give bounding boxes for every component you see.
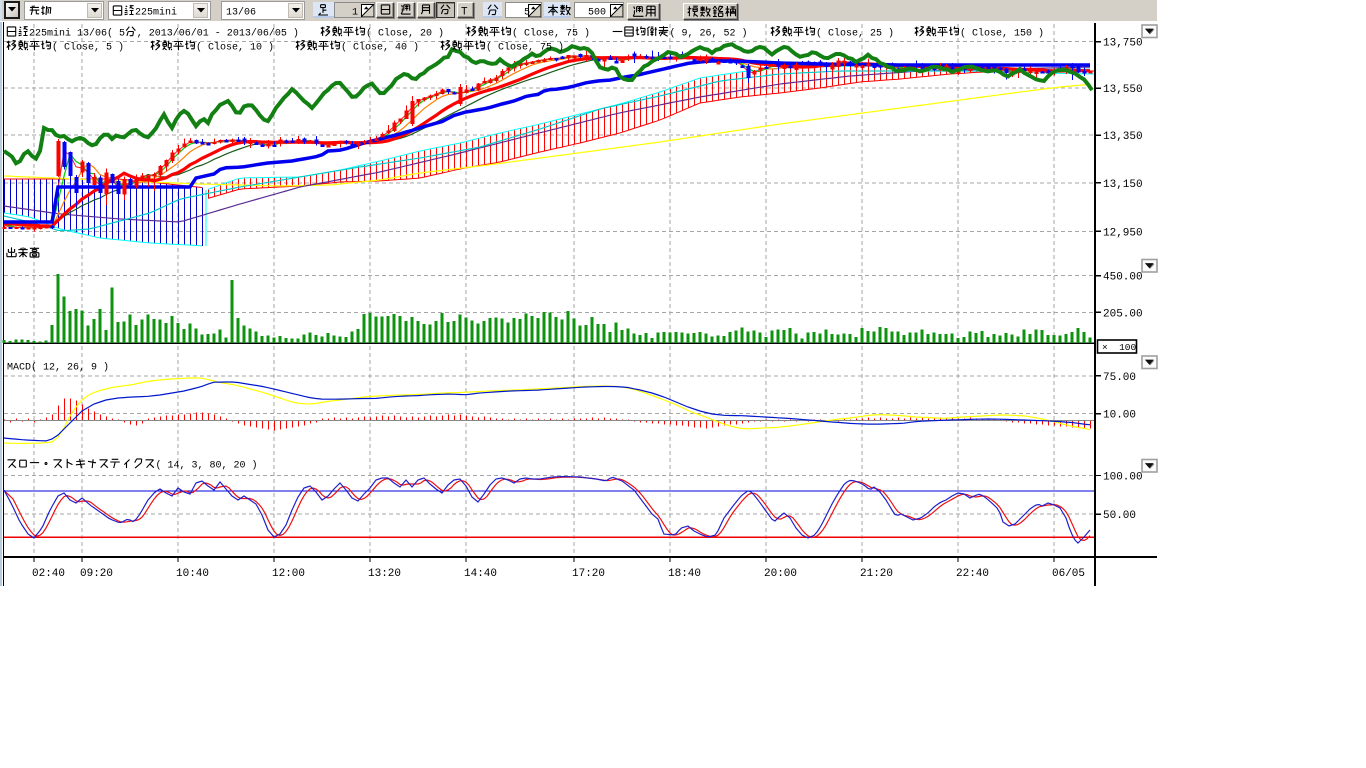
- svg-text:× 100: × 100: [1102, 342, 1137, 353]
- svg-text:13,550: 13,550: [1103, 84, 1143, 96]
- svg-text:( 14, 3, 80, 20 ): ( 14, 3, 80, 20 ): [156, 460, 258, 472]
- svg-text:225mini 13/06( 5: 225mini 13/06( 5: [29, 28, 125, 40]
- svg-text:, 2013/06/01 - 2013/06/05 ): , 2013/06/01 - 2013/06/05 ): [137, 28, 299, 40]
- svg-text:21:20: 21:20: [860, 568, 893, 580]
- svg-text:10.00: 10.00: [1103, 410, 1136, 422]
- svg-text:13,750: 13,750: [1103, 38, 1143, 50]
- svg-text:T: T: [461, 7, 468, 19]
- svg-text:12,950: 12,950: [1103, 227, 1143, 239]
- svg-text:02:40: 02:40: [32, 568, 65, 580]
- svg-text:( Close, 75 ): ( Close, 75 ): [512, 28, 590, 40]
- svg-text:75.00: 75.00: [1103, 372, 1136, 384]
- svg-text:( Close, 150 ): ( Close, 150 ): [960, 28, 1044, 40]
- svg-text:( Close, 75 ): ( Close, 75 ): [486, 42, 564, 54]
- svg-text:5: 5: [524, 8, 530, 19]
- svg-text:13:20: 13:20: [368, 568, 401, 580]
- svg-text:( Close, 20 ): ( Close, 20 ): [366, 28, 444, 40]
- svg-text:06/05: 06/05: [1052, 568, 1085, 580]
- svg-text:205.00: 205.00: [1103, 308, 1143, 320]
- svg-text:12:00: 12:00: [272, 568, 305, 580]
- svg-text:17:20: 17:20: [572, 568, 605, 580]
- svg-text:14:40: 14:40: [464, 568, 497, 580]
- svg-text:( Close, 40 ): ( Close, 40 ): [341, 42, 419, 54]
- svg-text:( 9, 26, 52 ): ( 9, 26, 52 ): [670, 28, 748, 40]
- svg-text:09:20: 09:20: [80, 568, 113, 580]
- svg-text:13/06: 13/06: [226, 7, 256, 19]
- svg-text:500: 500: [588, 8, 606, 19]
- svg-text:10:40: 10:40: [176, 568, 209, 580]
- svg-text:( Close, 5 ): ( Close, 5 ): [52, 42, 124, 54]
- svg-text:50.00: 50.00: [1103, 510, 1136, 522]
- svg-text:100.00: 100.00: [1103, 472, 1143, 484]
- svg-text:450.00: 450.00: [1103, 272, 1143, 284]
- svg-text:20:00: 20:00: [764, 568, 797, 580]
- svg-text:13,350: 13,350: [1103, 131, 1143, 143]
- svg-text:13,150: 13,150: [1103, 179, 1143, 191]
- svg-text:1: 1: [352, 8, 358, 19]
- svg-text:( Close, 25 ): ( Close, 25 ): [816, 28, 894, 40]
- svg-text:22:40: 22:40: [956, 568, 989, 580]
- svg-text:( Close, 10 ): ( Close, 10 ): [196, 42, 274, 54]
- svg-text:18:40: 18:40: [668, 568, 701, 580]
- svg-text:225mini: 225mini: [135, 7, 177, 19]
- svg-text:MACD( 12, 26, 9 ): MACD( 12, 26, 9 ): [7, 362, 109, 374]
